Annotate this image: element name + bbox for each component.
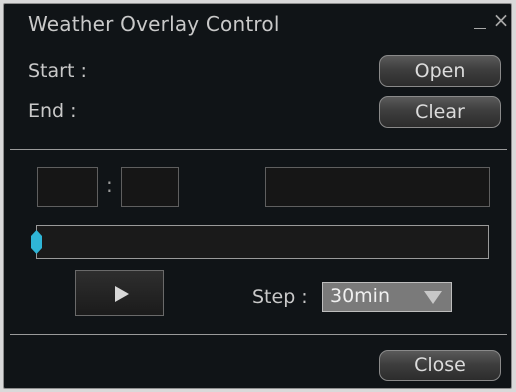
title-bar[interactable]: Weather Overlay Control × (4, 4, 511, 42)
hours-field[interactable] (37, 167, 98, 207)
time-slider-track[interactable] (31, 225, 489, 259)
minimize-button[interactable] (471, 8, 489, 32)
divider-bottom (10, 334, 507, 335)
close-window-icon[interactable]: × (492, 8, 510, 32)
date-display (265, 167, 490, 207)
step-select[interactable]: 30min (322, 282, 452, 312)
end-label: End : (28, 100, 77, 122)
step-value: 30min (330, 285, 391, 307)
window-title: Weather Overlay Control (28, 12, 280, 36)
step-label: Step : (252, 286, 308, 308)
weather-overlay-control-window: Weather Overlay Control × Start : End : … (3, 3, 512, 389)
close-button[interactable]: Close (379, 350, 501, 381)
play-icon (115, 286, 129, 302)
minutes-field[interactable] (121, 167, 179, 207)
play-button[interactable] (75, 270, 164, 316)
clear-button[interactable]: Clear (379, 96, 501, 128)
time-separator: : (106, 173, 113, 197)
slider-thumb[interactable] (31, 230, 42, 254)
open-button[interactable]: Open (379, 55, 501, 87)
divider-top (10, 149, 507, 150)
chevron-down-icon (424, 291, 442, 304)
start-label: Start : (28, 60, 87, 82)
